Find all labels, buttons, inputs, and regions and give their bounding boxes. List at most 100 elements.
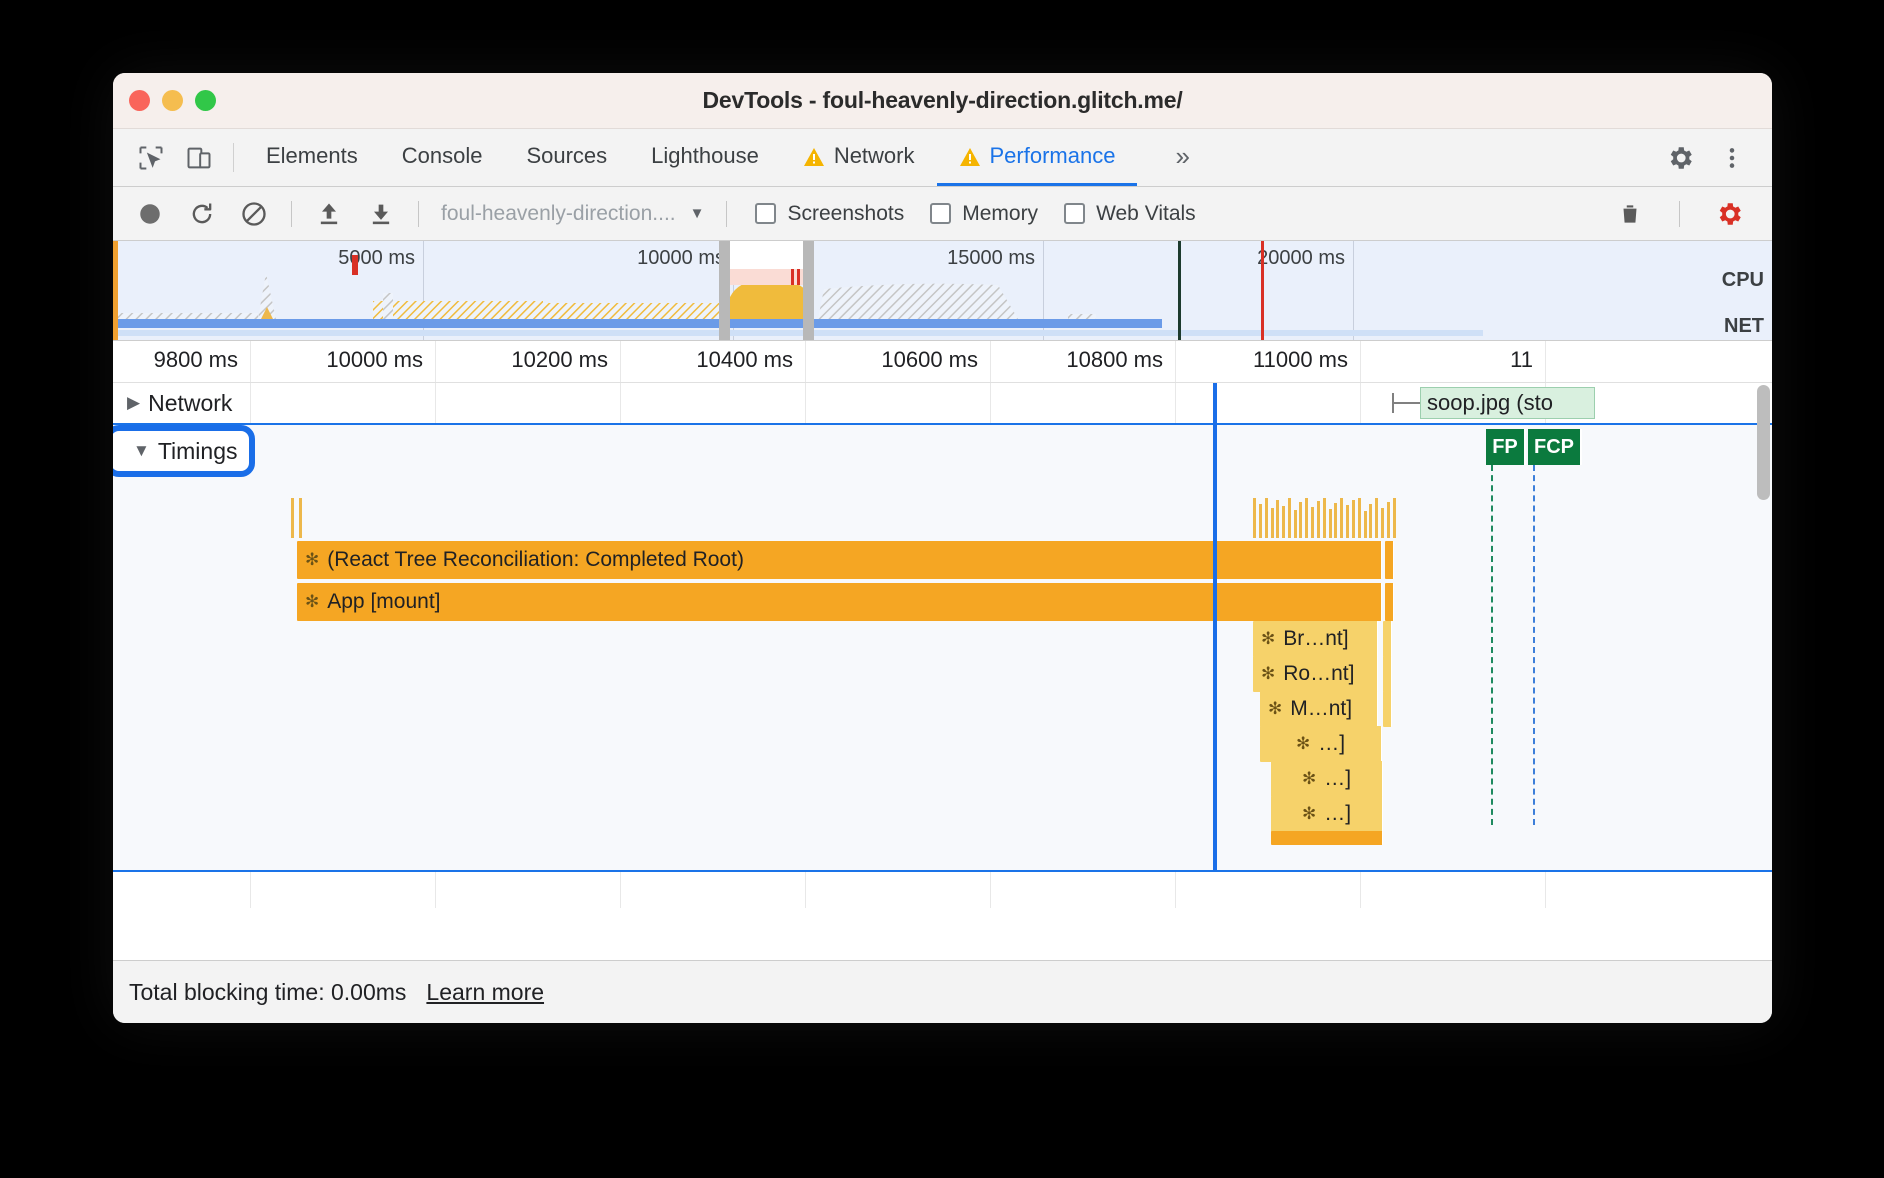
flame-bar-label: …] [1324, 767, 1352, 790]
delete-button[interactable] [1605, 193, 1655, 235]
reload-and-record-button[interactable] [177, 193, 227, 235]
ruler-tick-label: 9800 ms [153, 347, 238, 372]
minimize-button[interactable] [162, 90, 183, 111]
flame-bar-nested-3[interactable]: ✻ …] [1271, 796, 1383, 832]
tab-performance[interactable]: Performance [936, 129, 1138, 186]
profile-select[interactable]: foul-heavenly-direction.... ▼ [431, 202, 714, 226]
flame-bar-ro-nt[interactable]: ✻ Ro…nt] [1253, 656, 1378, 692]
flame-bar-nested-1[interactable]: ✻ …] [1260, 726, 1382, 762]
timeline-body[interactable]: ▶ Network soop.jpg (sto ▼ Timings FP FCP… [113, 383, 1772, 908]
overview-net-bar [118, 319, 1162, 328]
ruler-tick-label: 10600 ms [881, 347, 978, 372]
chevron-down-icon[interactable]: ▼ [133, 441, 150, 461]
kebab-menu-icon[interactable] [1706, 143, 1758, 173]
timings-tick [291, 498, 294, 538]
flame-bar-tail[interactable] [1383, 621, 1392, 657]
checkbox-web-vitals[interactable]: Web Vitals [1064, 202, 1196, 226]
more-tabs-label: » [1175, 140, 1190, 171]
inspect-element-icon[interactable] [127, 129, 175, 186]
flame-bar-react-tree-reconciliation[interactable]: ✻ (React Tree Reconciliation: Completed … [297, 541, 1382, 579]
sparkle-icon: ✻ [1301, 769, 1317, 788]
overview-window-top-fill [730, 241, 803, 269]
performance-toolbar: foul-heavenly-direction.... ▼ Screenshot… [113, 187, 1772, 241]
ruler-gridline [435, 341, 436, 382]
flame-bar-tail[interactable] [1383, 656, 1392, 692]
checkbox-memory[interactable]: Memory [930, 202, 1038, 226]
flame-bar-br-nt[interactable]: ✻ Br…nt] [1253, 621, 1378, 657]
window-titlebar: DevTools - foul-heavenly-direction.glitc… [113, 73, 1772, 129]
timings-pane[interactable] [113, 423, 1772, 872]
flame-bar-app-mount[interactable]: ✻ App [mount] [297, 583, 1382, 621]
capture-settings-gear-icon[interactable] [1704, 193, 1754, 235]
ruler-gridline [620, 341, 621, 382]
overview-window-handle-right[interactable] [803, 241, 814, 340]
track-timings-highlight[interactable]: ▼ Timings [113, 425, 255, 477]
flame-bar-nested-2[interactable]: ✻ …] [1271, 761, 1383, 797]
toolbar-divider-3 [726, 200, 728, 227]
flame-bar-tail[interactable] [1383, 691, 1392, 727]
tab-elements[interactable]: Elements [244, 129, 380, 186]
learn-more-link[interactable]: Learn more [426, 979, 544, 1006]
toolbar-divider-4 [1679, 200, 1680, 227]
flame-bar-m-nt[interactable]: ✻ M…nt] [1260, 691, 1378, 727]
ruler-tick-label: 10400 ms [696, 347, 793, 372]
ruler-gridline [990, 341, 991, 382]
flame-bar-label: (React Tree Reconciliation: Completed Ro… [327, 548, 744, 571]
flame-bar-label: …] [1318, 732, 1346, 755]
more-tabs-button[interactable]: » [1137, 129, 1227, 186]
overview-selection-marker [791, 269, 794, 285]
marker-fp-line [1491, 465, 1493, 825]
network-request-chip[interactable]: soop.jpg (sto [1420, 387, 1595, 419]
timings-tick-cluster [1253, 498, 1396, 538]
track-network-label: Network [148, 389, 233, 416]
timeline-flamechart[interactable]: 9800 ms 10000 ms 10200 ms 10400 ms 10600… [113, 341, 1772, 908]
clear-button[interactable] [229, 193, 279, 235]
load-profile-button[interactable] [304, 193, 354, 235]
ruler-gridline [1545, 341, 1546, 382]
warning-triangle-icon [959, 147, 981, 166]
checkbox-screenshots[interactable]: Screenshots [755, 202, 904, 226]
device-toolbar-icon[interactable] [175, 129, 223, 186]
close-button[interactable] [129, 90, 150, 111]
marker-fcp-label: FCP [1534, 435, 1574, 458]
sparkle-icon: ✻ [1268, 699, 1283, 718]
ruler-gridline [805, 341, 806, 382]
checkbox-box[interactable] [1064, 203, 1086, 224]
flame-bar-label: App [mount] [327, 590, 441, 613]
ruler-tick-label: 11000 ms [1253, 347, 1348, 372]
overview-net-label: NET [1724, 315, 1764, 337]
chevron-down-icon: ▼ [689, 205, 705, 222]
gear-icon[interactable] [1654, 143, 1706, 173]
tab-console[interactable]: Console [380, 129, 505, 186]
sparkle-icon: ✻ [1261, 664, 1276, 683]
ruler-gridline [250, 341, 251, 382]
overview-window-handle-left[interactable] [719, 241, 730, 340]
marker-fp-label: FP [1492, 435, 1518, 458]
maximize-button[interactable] [195, 90, 216, 111]
tab-lighthouse[interactable]: Lighthouse [629, 129, 781, 186]
chevron-right-icon[interactable]: ▶ [127, 393, 140, 413]
flame-bar-label: M…nt] [1290, 697, 1353, 720]
timeline-overview[interactable]: 5000 ms 10000 ms 15000 ms 20000 ms CPU N… [113, 241, 1772, 341]
ruler-tick-label: 10800 ms [1066, 347, 1163, 372]
tab-network[interactable]: Network [781, 129, 937, 186]
sparkle-icon: ✻ [305, 550, 320, 569]
timeline-selection-line[interactable] [1213, 383, 1217, 870]
checkbox-box[interactable] [930, 203, 952, 224]
flame-bar-tail[interactable] [1385, 541, 1394, 579]
checkbox-box[interactable] [755, 203, 777, 224]
tab-elements-label: Elements [266, 143, 358, 168]
overview-cpu-label: CPU [1721, 269, 1764, 291]
flame-bar-tail[interactable] [1385, 583, 1394, 621]
toolbar-divider-1 [291, 200, 292, 227]
tab-sources[interactable]: Sources [504, 129, 629, 186]
save-profile-button[interactable] [356, 193, 406, 235]
marker-fcp[interactable]: FCP [1528, 429, 1582, 465]
overview-dcl-line [1178, 241, 1181, 340]
flame-bar-nested-4[interactable] [1271, 831, 1383, 845]
sparkle-icon: ✻ [305, 592, 320, 611]
record-button[interactable] [125, 193, 175, 235]
marker-fp[interactable]: FP [1486, 429, 1526, 465]
timeline-scrollbar[interactable] [1757, 385, 1770, 500]
tab-network-label: Network [833, 143, 915, 168]
